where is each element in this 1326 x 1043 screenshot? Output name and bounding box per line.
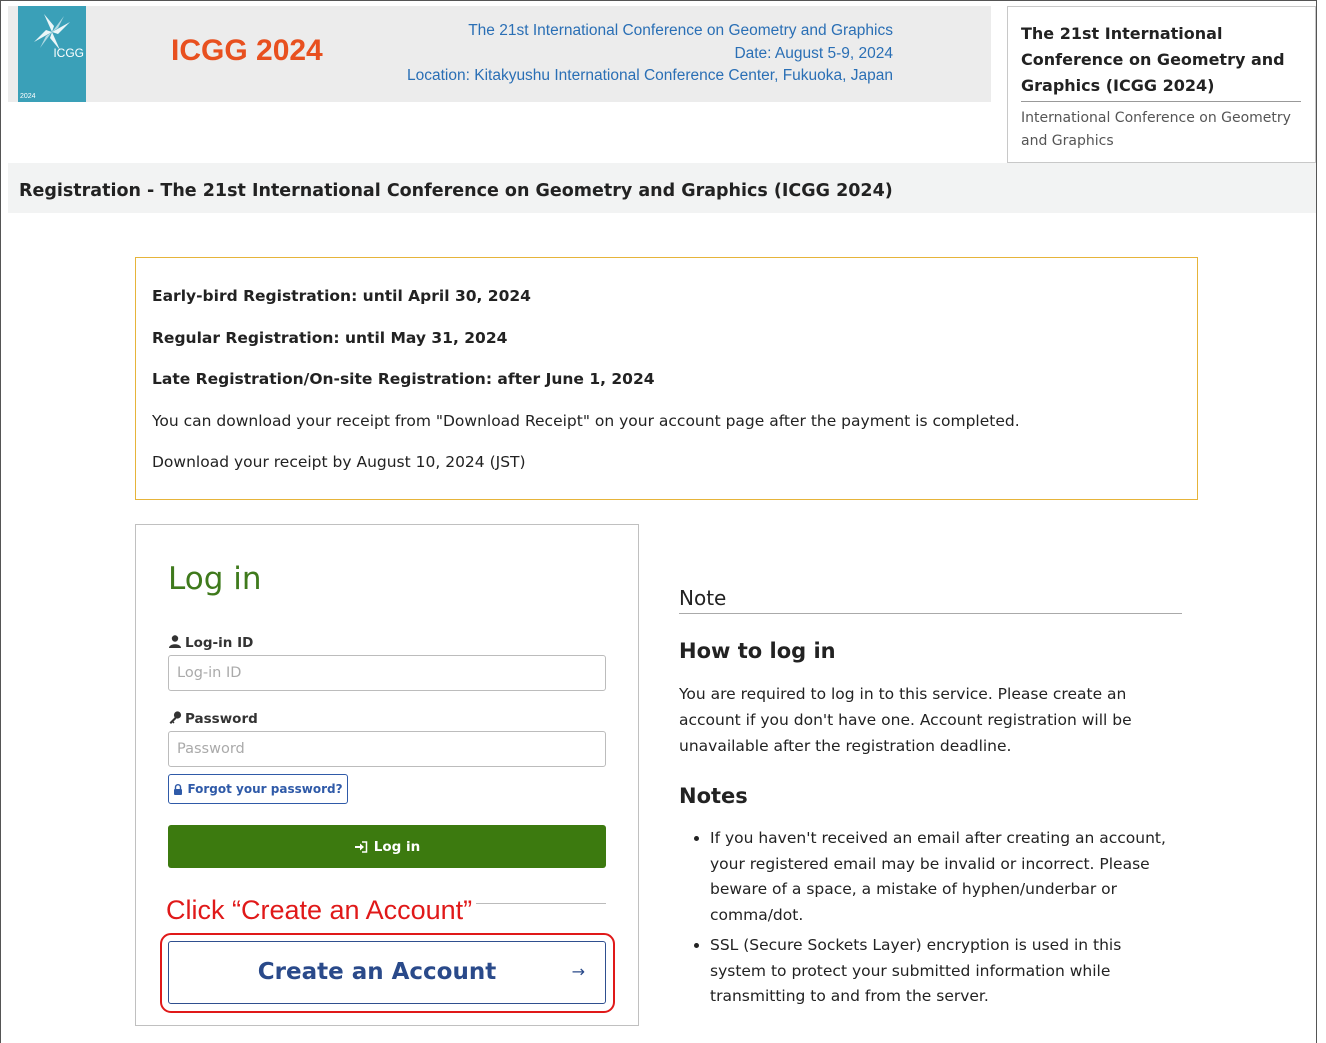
page-title: Registration - The 21st International Co… [19,181,893,201]
user-icon [169,635,181,648]
login-panel: Log in Log-in ID Password Forgot your pa… [135,524,639,1026]
notes-title: Notes [679,784,748,808]
conference-info: The 21st International Conference on Geo… [407,20,893,88]
password-label: Password [168,711,258,727]
password-label-text: Password [185,711,258,727]
early-bird-deadline: Early-bird Registration: until April 30,… [152,287,531,305]
login-id-label: Log-in ID [168,635,253,651]
brand-title: ICGG 2024 [171,34,323,67]
registration-info-box: Early-bird Registration: until April 30,… [135,257,1198,500]
create-account-button[interactable]: Create an Account → [168,941,606,1004]
how-to-login-title: How to log in [679,639,836,663]
receipt-note: You can download your receipt from "Down… [152,411,1020,430]
click-create-account-hint: Click “Create an Account” [166,895,477,926]
regular-deadline: Regular Registration: until May 31, 2024 [152,328,508,347]
late-deadline: Late Registration/On-site Registration: … [152,370,655,388]
page-title-bar: Registration - The 21st International Co… [8,163,1316,213]
conference-banner: ICGG 2024 ICGG 2024 The 21st Internation… [8,6,991,102]
logo-text: ICGG [53,46,84,60]
how-to-login-text: You are required to log in to this servi… [679,685,1132,755]
side-box-subtitle: International Conference on Geometry and… [1021,110,1291,149]
conference-location: Location: Kitakyushu International Confe… [407,67,893,84]
logo-year: 2024 [20,93,36,100]
notes-list: If you haven't received an email after c… [679,826,1182,1010]
login-title: Log in [168,561,262,597]
forgot-password-button[interactable]: Forgot your password? [168,774,348,804]
login-button-label: Log in [373,838,421,855]
note-heading: Note [679,586,1182,614]
lock-icon [174,783,183,795]
login-id-label-text: Log-in ID [185,635,254,651]
create-account-label: Create an Account [257,959,497,985]
conference-date: Date: August 5-9, 2024 [734,44,893,62]
sign-in-icon [354,840,367,853]
forgot-password-label: Forgot your password? [187,782,343,796]
conference-side-box: The 21st International Conference on Geo… [1007,6,1316,163]
list-item: SSL (Secure Sockets Layer) encryption is… [710,933,1182,1010]
side-box-title: The 21st International Conference on Geo… [1021,21,1301,102]
conference-logo[interactable]: ICGG 2024 [18,6,86,102]
password-input[interactable] [168,731,606,767]
login-id-input[interactable] [168,655,606,691]
conference-name: The 21st International Conference on Geo… [468,22,893,39]
key-icon [169,711,182,724]
receipt-deadline: Download your receipt by August 10, 2024… [152,453,526,471]
login-button[interactable]: Log in [168,825,606,868]
notes-section: Note How to log in You are required to l… [679,586,1182,1015]
list-item: If you haven't received an email after c… [710,826,1182,928]
arrow-right-icon: → [571,962,585,981]
